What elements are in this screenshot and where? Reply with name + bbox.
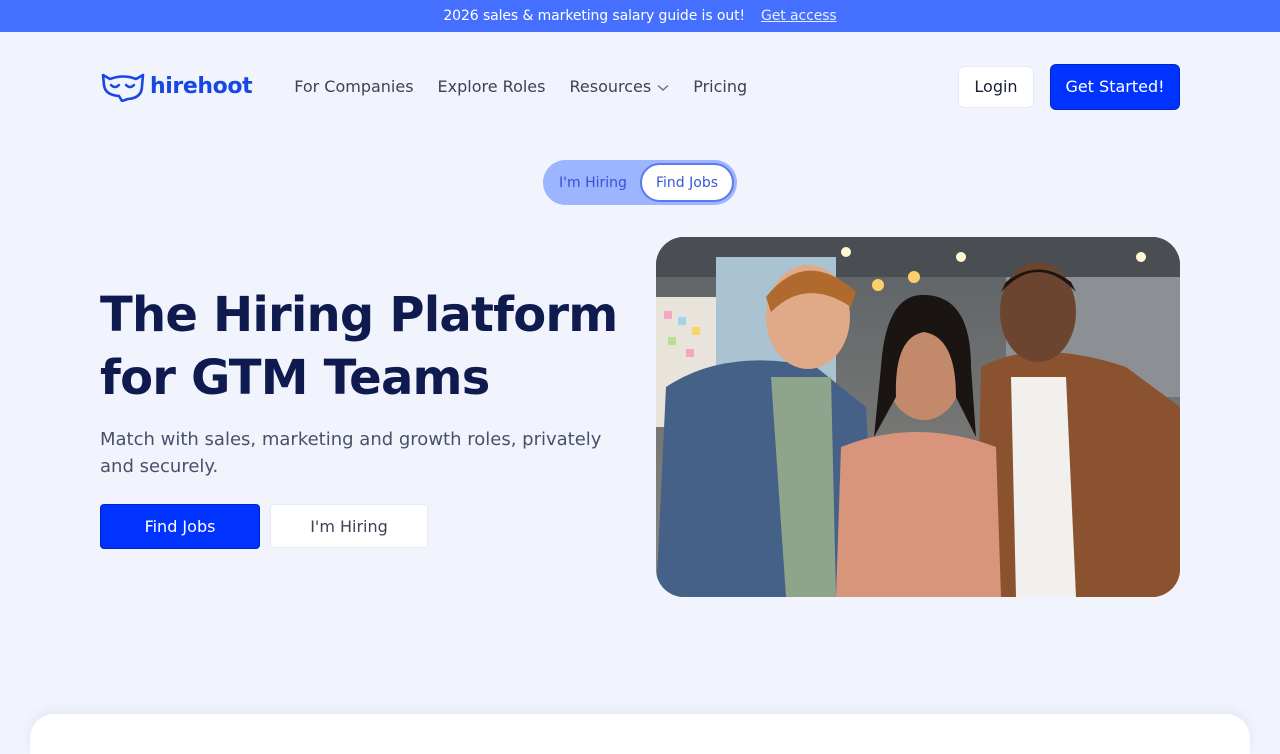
toggle-option-find-jobs[interactable]: Find Jobs (640, 163, 734, 202)
nav-actions: Login Get Started! (958, 63, 1180, 110)
nav-item-for-companies[interactable]: For Companies (294, 77, 413, 96)
get-access-link[interactable]: Get access (761, 8, 837, 24)
get-started-button[interactable]: Get Started! (1050, 63, 1180, 110)
nav-item-label: Explore Roles (437, 77, 546, 96)
brand-logo[interactable]: hirehoot (100, 72, 253, 102)
hero-team-photo (656, 237, 1180, 597)
toggle-option-im-hiring[interactable]: I'm Hiring (546, 163, 640, 202)
nav-item-pricing[interactable]: Pricing (693, 77, 747, 96)
nav-item-resources[interactable]: Resources (569, 77, 669, 96)
owl-logo-icon (100, 72, 146, 102)
main-nav: hirehoot For Companies Explore Roles Res… (100, 63, 1180, 110)
login-button[interactable]: Login (958, 65, 1034, 108)
find-jobs-button[interactable]: Find Jobs (100, 504, 260, 549)
nav-item-label: Resources (569, 77, 652, 96)
hero-title-line-2: for GTM Teams (100, 350, 490, 406)
announcement-bar: 2026 sales & marketing salary guide is o… (0, 0, 1280, 32)
nav-links: For Companies Explore Roles Resources Pr… (294, 77, 747, 96)
hero-subtitle: Match with sales, marketing and growth r… (100, 429, 602, 477)
chevron-down-icon (657, 77, 669, 96)
hero-actions: Find Jobs I'm Hiring (100, 504, 428, 549)
brand-name: hirehoot (150, 74, 253, 99)
hero-title-line-1: The Hiring Platform (100, 287, 618, 343)
nav-item-label: For Companies (294, 77, 414, 96)
announcement-message: 2026 sales & marketing salary guide is o… (443, 8, 746, 24)
audience-toggle: I'm Hiring Find Jobs (543, 160, 737, 205)
hero-title: The Hiring Platform for GTM Teams (100, 284, 640, 410)
im-hiring-button[interactable]: I'm Hiring (270, 504, 428, 548)
nav-item-label: Pricing (693, 77, 748, 96)
next-section-card (30, 714, 1250, 754)
nav-item-explore-roles[interactable]: Explore Roles (438, 77, 546, 96)
